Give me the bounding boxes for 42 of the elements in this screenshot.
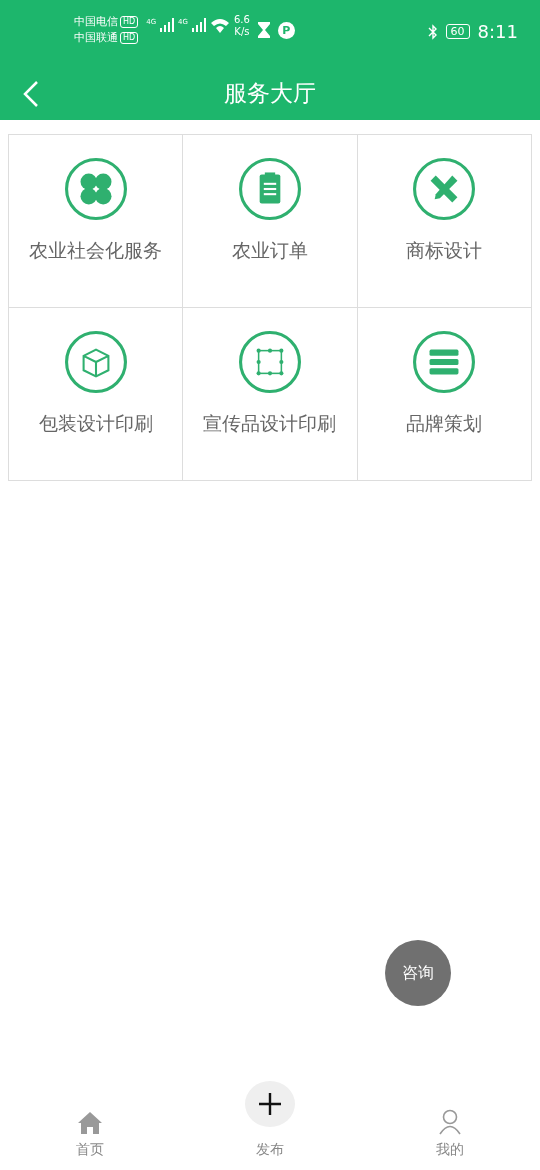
signal-icon [160,18,175,32]
box-icon [64,331,127,393]
service-tile[interactable]: 宣传品设计印刷 [183,308,358,481]
nav-tab[interactable]: 我的 [360,1080,540,1170]
wifi-icon [209,18,230,34]
service-tile[interactable]: 品牌策划 [357,308,532,481]
clover-icon [64,158,127,220]
service-tile[interactable]: 商标设计 [357,135,532,308]
nav-label: 我的 [436,1140,464,1159]
speed-value: 6.6 [233,14,250,26]
user-icon [438,1109,462,1135]
service-label: 商标设计 [406,238,483,263]
add-icon [245,1081,295,1127]
hd-badge: HD [120,16,139,28]
nav-tab[interactable]: 首页 [0,1080,180,1170]
service-label: 宣传品设计印刷 [203,411,337,436]
nav-tab[interactable]: 发布 [180,1080,360,1170]
service-tile[interactable]: 包装设计印刷 [9,308,184,481]
service-tile[interactable]: 农业订单 [183,135,358,308]
service-label: 农业订单 [232,238,308,263]
clipboard-icon [239,158,301,220]
clock: 8:11 [477,20,518,44]
signal-icon [191,18,206,32]
page-title: 服务大厅 [224,78,316,108]
hd-badge: HD [120,32,139,44]
service-label: 包装设计印刷 [38,411,153,436]
service-label: 品牌策划 [406,411,483,436]
nav-label: 首页 [76,1140,104,1159]
bluetooth-icon [427,23,438,40]
home-icon [77,1111,103,1135]
frame-icon [239,331,301,393]
list-icon [413,331,476,393]
service-label: 农业社会化服务 [29,238,163,263]
nav-label: 发布 [256,1140,284,1159]
carrier-name: 中国联通 [74,30,118,46]
speed-unit: K/s [233,26,250,38]
parking-icon: P [277,22,295,39]
consult-button[interactable]: 咨询 [385,940,451,1006]
service-tile[interactable]: 农业社会化服务 [9,135,184,308]
carrier-name: 中国电信 [74,14,118,30]
battery-level: 60 [445,24,470,39]
hourglass-icon [257,22,270,38]
